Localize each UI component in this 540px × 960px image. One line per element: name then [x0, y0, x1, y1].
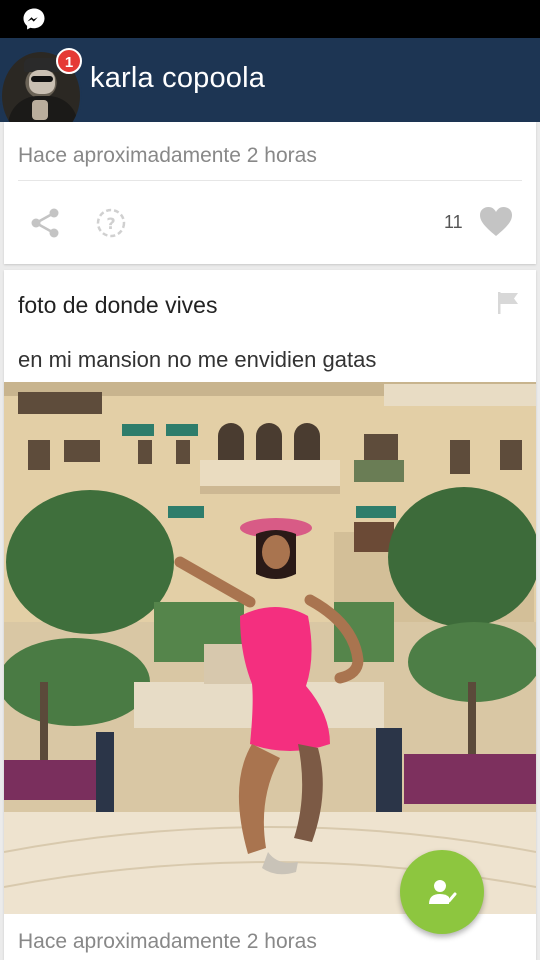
post-title: foto de donde vives	[18, 292, 218, 318]
status-bar	[0, 0, 540, 38]
app-header: karla copoola	[0, 38, 540, 122]
add-user-icon	[429, 880, 457, 904]
post-timestamp: Hace aproximadamente 2 horas	[18, 930, 317, 953]
divider	[18, 180, 522, 181]
notification-badge[interactable]: 1	[56, 48, 82, 74]
previous-post-card: Hace aproximadamente 2 horas ? 11	[4, 122, 536, 264]
messenger-icon	[23, 8, 45, 30]
help-icon[interactable]: ?	[94, 206, 128, 240]
share-icon[interactable]	[28, 206, 62, 240]
user-name[interactable]: karla copoola	[90, 62, 265, 95]
post-body: en mi mansion no me envidien gatas	[18, 347, 377, 372]
like-count: 11	[444, 212, 463, 232]
flag-icon[interactable]	[496, 290, 522, 316]
heart-icon[interactable]	[478, 204, 514, 240]
add-friend-button[interactable]	[400, 850, 484, 934]
post-photo[interactable]	[4, 382, 536, 914]
post-timestamp: Hace aproximadamente 2 horas	[18, 144, 317, 167]
svg-text:?: ?	[106, 214, 115, 233]
